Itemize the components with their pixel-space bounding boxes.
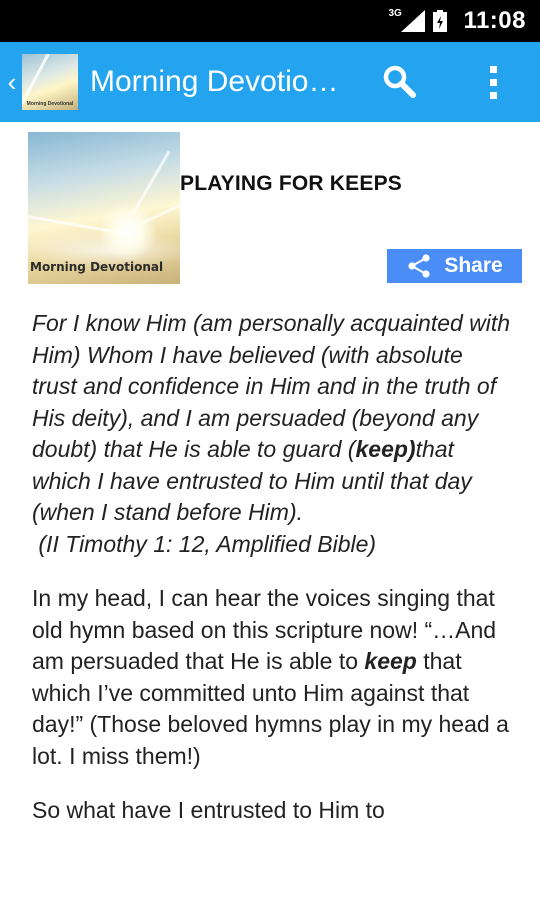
signal-icon: 3G	[388, 8, 426, 32]
share-button[interactable]: Share	[387, 249, 522, 283]
thumbnail-sun	[98, 202, 158, 262]
paragraph: So what have I entrusted to Him to	[32, 797, 385, 823]
article: Morning Devotional PLAYING FOR KEEPS Sha…	[0, 122, 540, 900]
article-body: For I know Him (am personally acquainted…	[32, 308, 512, 827]
article-thumbnail: Morning Devotional	[28, 132, 180, 284]
article-title: PLAYING FOR KEEPS	[180, 172, 403, 195]
network-type-label: 3G	[388, 8, 402, 19]
paragraph: In my head, I can hear the voices singin…	[32, 583, 512, 772]
scripture-emphasis: keep)	[355, 436, 416, 462]
app-bar: ‹ Morning Devotional Morning Devotio…	[0, 42, 540, 122]
status-time: 11:08	[463, 7, 526, 34]
battery-icon	[433, 10, 448, 32]
chevron-left-icon: ‹	[7, 66, 17, 97]
back-button[interactable]: ‹	[2, 42, 22, 122]
more-options-button[interactable]	[486, 62, 500, 102]
share-label: Share	[444, 254, 503, 277]
app-logo-caption: Morning Devotional	[26, 101, 74, 107]
scripture-quote: For I know Him (am personally acquainted…	[32, 308, 512, 560]
status-bar: 3G 11:08	[0, 0, 540, 42]
status-icons: 3G 11:08	[388, 7, 526, 35]
search-button[interactable]	[380, 62, 420, 102]
more-vert-icon-dot	[489, 65, 497, 73]
more-vert-icon-dot	[489, 91, 497, 99]
search-icon	[383, 65, 416, 98]
more-vert-icon-dot	[489, 78, 497, 86]
paragraph-emphasis: keep	[364, 648, 417, 674]
app-logo[interactable]: Morning Devotional	[22, 54, 78, 110]
share-icon	[408, 254, 430, 278]
scripture-reference: (II Timothy 1: 12, Amplified Bible)	[38, 530, 377, 557]
thumbnail-caption: Morning Devotional	[30, 260, 164, 274]
app-title: Morning Devotio…	[90, 65, 339, 98]
